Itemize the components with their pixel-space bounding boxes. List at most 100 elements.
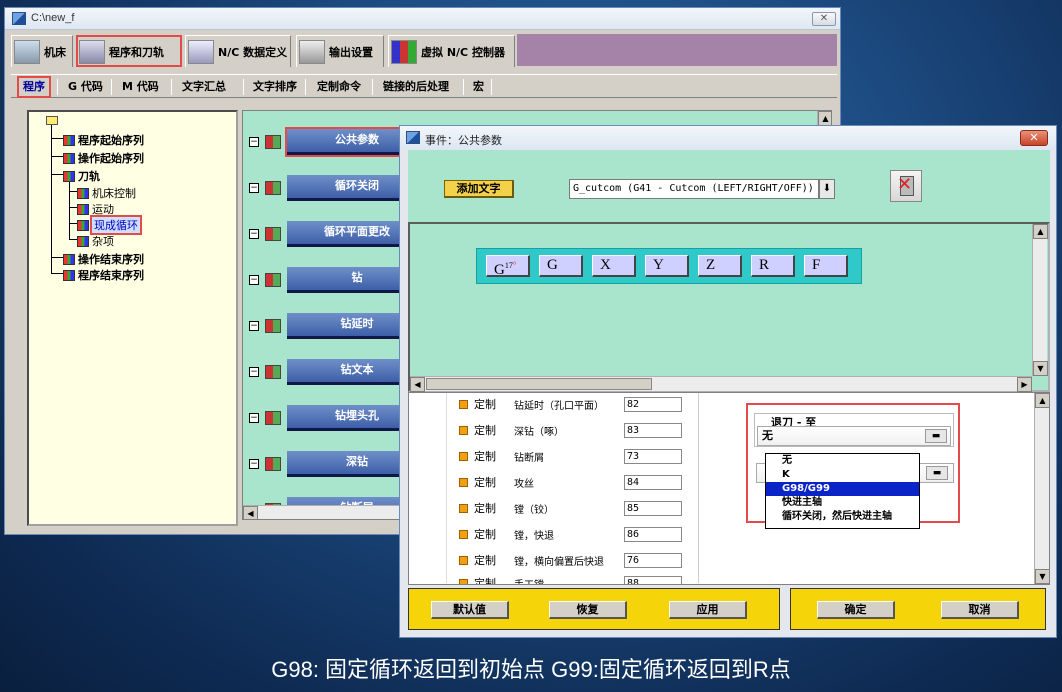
subtab-linked-posts[interactable]: 链接的后处理 xyxy=(379,78,453,96)
option-cycle-off-then-rapid[interactable]: 循环关闭，然后快进主轴 xyxy=(766,510,919,524)
event-icon xyxy=(265,227,281,241)
chevron-down-icon[interactable]: ⬇ xyxy=(819,179,835,199)
canvas-hscroll[interactable]: ◀ ▶ xyxy=(410,376,1032,392)
tab-nc-data-definition[interactable]: N/C 数据定义 xyxy=(185,35,291,67)
subtab-separator xyxy=(57,79,58,95)
subtab-macro[interactable]: 宏 xyxy=(469,78,488,96)
sequence-icon xyxy=(63,152,75,164)
default-button[interactable]: 默认值 xyxy=(431,601,509,619)
tab-output-settings[interactable]: 输出设置 xyxy=(296,35,384,67)
param-flag-icon xyxy=(459,529,468,539)
ok-button[interactable]: 确定 xyxy=(817,601,895,619)
retract-group-frame: 退刀 - 至 无 ▬ xyxy=(754,413,954,447)
param-flag-icon xyxy=(459,451,468,461)
param-value-field[interactable]: 83 xyxy=(624,422,682,438)
param-row[interactable]: 定制 攻丝 84 xyxy=(459,474,682,490)
scroll-right-icon[interactable]: ▶ xyxy=(1017,377,1032,392)
tree-item-operation-end[interactable]: 操作结束序列 xyxy=(63,251,144,267)
trash-icon[interactable]: ✕ xyxy=(890,170,922,202)
restore-button[interactable]: 恢复 xyxy=(549,601,627,619)
scroll-up-icon[interactable]: ▲ xyxy=(1033,224,1048,239)
event-icon xyxy=(265,411,281,425)
param-value-field[interactable]: 73 xyxy=(624,448,682,464)
scroll-up-icon[interactable]: ▲ xyxy=(1035,393,1049,408)
word-select-combo[interactable]: G_cutcom (G41 - Cutcom (LEFT/RIGHT/OFF)) xyxy=(569,179,819,199)
tree-item-program-end[interactable]: 程序结束序列 xyxy=(63,267,144,283)
scroll-down-icon[interactable]: ▼ xyxy=(1033,361,1048,376)
word-token-x[interactable]: X xyxy=(592,255,636,277)
tree-item-canned-cycle[interactable]: 现成循环 xyxy=(77,215,142,235)
cancel-button[interactable]: 取消 xyxy=(941,601,1019,619)
main-title-bar: C:\new_f ✕ xyxy=(5,8,840,30)
param-value-field[interactable]: 85 xyxy=(624,500,682,516)
scroll-down-icon[interactable]: ▼ xyxy=(1035,569,1049,584)
tree-item-misc[interactable]: 杂项 xyxy=(77,233,114,249)
top-tab-bar: 机床 程序和刀轨 N/C 数据定义 输出设置 虚拟 N/C 控制器 xyxy=(11,32,837,70)
word-token-r[interactable]: R xyxy=(751,255,795,277)
dialog-close-button[interactable]: ✕ xyxy=(1020,130,1048,146)
param-value-field[interactable]: 76 xyxy=(624,552,682,568)
param-value-field[interactable]: 86 xyxy=(624,526,682,542)
collapse-icon[interactable]: − xyxy=(249,459,259,469)
tab-virtual-nc-controller[interactable]: 虚拟 N/C 控制器 xyxy=(388,35,515,67)
param-value-field[interactable]: 88 xyxy=(624,575,682,584)
tab-machine[interactable]: 机床 xyxy=(11,35,73,67)
subtab-separator xyxy=(305,79,306,95)
param-row[interactable]: 定制 深钻（啄） 83 xyxy=(459,422,682,438)
param-row[interactable]: 定制 镗（铰） 85 xyxy=(459,500,682,516)
tree-item-motion[interactable]: 运动 xyxy=(77,201,114,217)
scroll-left-icon[interactable]: ◀ xyxy=(410,377,425,392)
sequence-icon xyxy=(77,235,89,247)
collapse-icon[interactable]: − xyxy=(249,321,259,331)
subtab-program[interactable]: 程序 xyxy=(17,76,51,98)
slide-caption: G98: 固定循环返回到初始点 G99:固定循环返回到R点 xyxy=(271,657,791,682)
collapse-icon[interactable]: − xyxy=(249,367,259,377)
subtab-word-sequence[interactable]: 文字排序 xyxy=(249,78,301,96)
subtab-custom-command[interactable]: 定制命令 xyxy=(313,78,365,96)
param-flag-icon xyxy=(459,555,468,565)
param-row[interactable]: 定制 手工镗 88 xyxy=(459,575,682,584)
scroll-up-icon[interactable]: ▲ xyxy=(818,111,831,126)
param-row[interactable]: 定制 钻延时（孔口平面） 82 xyxy=(459,396,682,412)
collapse-icon[interactable]: − xyxy=(249,137,259,147)
param-row[interactable]: 定制 镗，横向偏置后快退 76 xyxy=(459,552,682,568)
scroll-thumb[interactable] xyxy=(426,378,652,390)
option-rapid-spindle[interactable]: 快进主轴 xyxy=(766,496,919,510)
word-token-y[interactable]: Y xyxy=(645,255,689,277)
option-g98-g99[interactable]: G98/G99 xyxy=(766,482,919,496)
param-value-field[interactable]: 84 xyxy=(624,474,682,490)
option-none[interactable]: 无 xyxy=(766,454,919,468)
tree-item-program-start[interactable]: 程序起始序列 xyxy=(63,132,144,148)
word-token-f[interactable]: F xyxy=(804,255,848,277)
option-k[interactable]: K xyxy=(766,468,919,482)
subtab-word-summary[interactable]: 文字汇总 xyxy=(178,78,230,96)
word-token-g[interactable]: G xyxy=(539,255,583,277)
param-row[interactable]: 定制 钻断屑 73 xyxy=(459,448,682,464)
param-value-field[interactable]: 82 xyxy=(624,396,682,412)
word-token-z[interactable]: Z xyxy=(698,255,742,277)
collapse-icon[interactable]: − xyxy=(249,183,259,193)
dropdown-icon[interactable]: ▬ xyxy=(926,466,948,480)
main-close-button[interactable]: ✕ xyxy=(812,12,836,26)
retract-to-group: 退刀 - 至 无 ▬ ▬ 无 K G98/G99 快进主轴 循环关闭，然后快进主… xyxy=(746,403,960,529)
subtab-g-code[interactable]: G 代码 xyxy=(64,78,107,96)
dropdown-icon[interactable]: ▬ xyxy=(925,429,947,443)
params-vscroll[interactable]: ▲ ▼ xyxy=(1034,393,1049,584)
canvas-vscroll[interactable]: ▲ ▼ xyxy=(1032,224,1048,376)
collapse-icon[interactable]: − xyxy=(249,275,259,285)
tab-program-and-toolpath[interactable]: 程序和刀轨 xyxy=(76,35,182,67)
collapse-icon[interactable]: − xyxy=(249,229,259,239)
retract-select[interactable]: 无 xyxy=(757,426,951,446)
tree-item-operation-start[interactable]: 操作起始序列 xyxy=(63,150,144,166)
tree-item-machine-control[interactable]: 机床控制 xyxy=(77,185,136,201)
apply-button[interactable]: 应用 xyxy=(669,601,747,619)
data-def-icon xyxy=(188,39,214,64)
dialog-icon xyxy=(406,131,420,144)
param-row[interactable]: 定制 镗，快退 86 xyxy=(459,526,682,542)
word-token-g-cycle[interactable]: G17° xyxy=(486,255,530,278)
subtab-m-code[interactable]: M 代码 xyxy=(118,78,163,96)
scroll-left-icon[interactable]: ◀ xyxy=(243,506,258,519)
add-word-button[interactable]: 添加文字 xyxy=(444,180,514,198)
collapse-icon[interactable]: − xyxy=(249,413,259,423)
tree-item-toolpath[interactable]: 刀轨 xyxy=(63,168,100,184)
